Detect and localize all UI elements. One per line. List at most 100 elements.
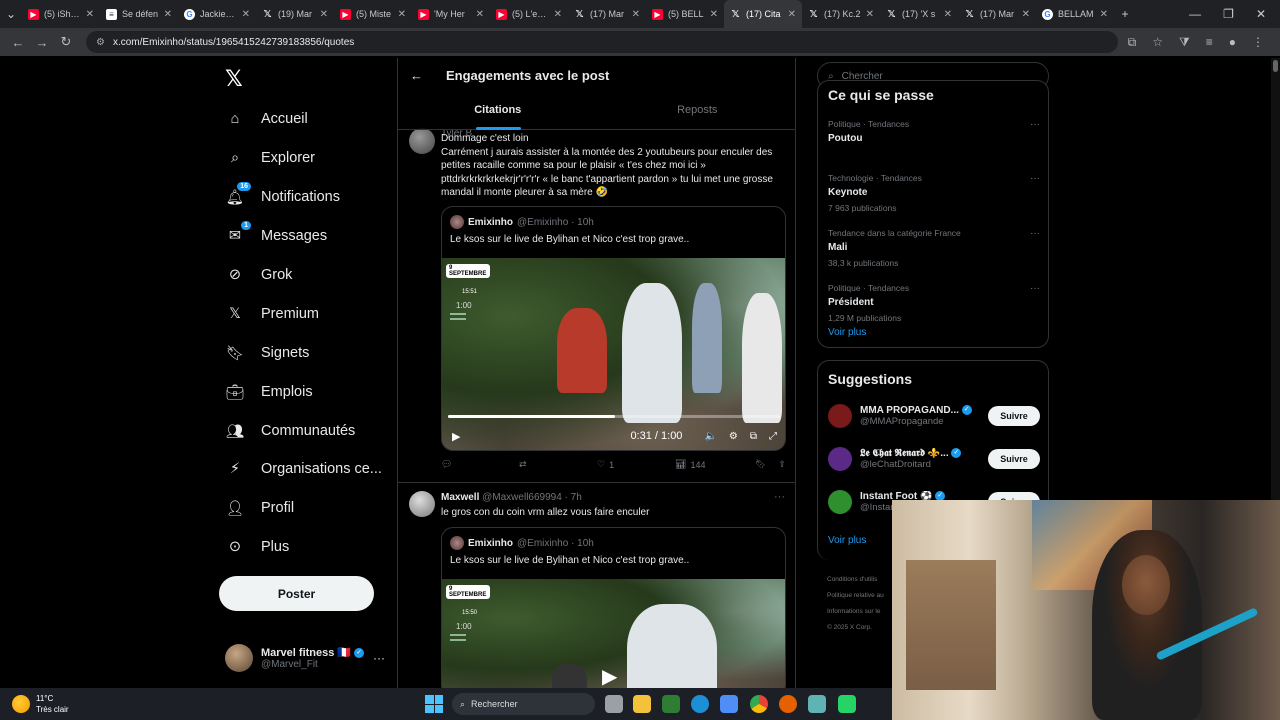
reading-list-icon[interactable]: ≡ (1206, 35, 1213, 50)
volume-icon[interactable]: 🔈 (704, 431, 716, 442)
edge-icon[interactable] (691, 695, 709, 713)
profile-icon[interactable]: ● (1229, 35, 1236, 50)
whatsapp-icon[interactable] (838, 695, 856, 713)
task-view-icon[interactable] (605, 695, 623, 713)
scrollbar-thumb[interactable] (1273, 60, 1278, 72)
video-player[interactable]: 9 SEPTEMBRE 15:50 1:00 ▶ (442, 579, 785, 688)
back-arrow-icon[interactable]: ← (410, 68, 423, 83)
more-options-icon[interactable]: ··· (1030, 119, 1040, 130)
repost-button[interactable]: ⇄ (519, 459, 597, 470)
install-app-icon[interactable]: ⧉ (1128, 35, 1137, 50)
close-tab-icon[interactable]: ✕ (164, 9, 172, 20)
forward-button[interactable]: → (30, 35, 54, 50)
reload-button[interactable]: ↻ (54, 34, 78, 50)
store-icon[interactable] (720, 695, 738, 713)
url-bar[interactable]: ⚙ x.com/Emixinho/status/1965415242739183… (86, 31, 1118, 53)
close-tab-icon[interactable]: ✕ (1100, 9, 1108, 20)
share-icon[interactable]: ⇪ (778, 459, 786, 470)
nav-item-accueil[interactable]: ⌂ Accueil (225, 104, 308, 134)
back-button[interactable]: ← (6, 35, 30, 50)
avatar[interactable] (409, 128, 435, 154)
suggestion-item[interactable]: 𝕷𝖊 𝕮𝖍𝖆𝖙 𝕽𝖊𝖓𝖆𝖗𝖉 ⚜️... ✓ @leChatDroitard S… (828, 442, 1040, 476)
more-options-icon[interactable]: ··· (1030, 228, 1040, 239)
more-options-icon[interactable]: ··· (1030, 283, 1040, 294)
quoted-post[interactable]: Emixinho @Emixinho · 10h Le ksos sur le … (441, 206, 786, 451)
views-button[interactable]: 📊︎ 144 (675, 459, 755, 470)
pip-icon[interactable]: ⧉ (750, 431, 757, 442)
trend-item[interactable]: Tendance dans la catégorie France Mali 3… (828, 228, 1040, 268)
browser-tab[interactable]: ▶ (5) iShow ✕ (22, 0, 100, 28)
browser-tab[interactable]: 𝕏 (17) 'X s ✕ (880, 0, 958, 28)
post-button[interactable]: Poster (219, 576, 374, 611)
app-icon[interactable] (808, 695, 826, 713)
x-logo-icon[interactable]: 𝕏 (225, 66, 243, 92)
post-author-name[interactable]: Maxwell (441, 492, 479, 503)
browser-tab[interactable]: ▶ (5) BELL ✕ (646, 0, 724, 28)
browser-tab[interactable]: ▶ (5) Miste ✕ (334, 0, 412, 28)
close-tab-icon[interactable]: ✕ (554, 9, 562, 20)
tab-reposts[interactable]: Reposts (598, 102, 796, 130)
settings-gear-icon[interactable]: ⚙ (729, 431, 738, 442)
close-tab-icon[interactable]: ✕ (398, 9, 406, 20)
browser-tab[interactable]: ▶ (5) L'emp ✕ (490, 0, 568, 28)
close-tab-icon[interactable]: ✕ (944, 9, 952, 20)
more-options-icon[interactable]: ··· (1030, 173, 1040, 184)
video-progress-bar[interactable] (448, 415, 781, 418)
close-window-button[interactable]: ✕ (1256, 7, 1266, 21)
nav-item-plus[interactable]: ⊙ Plus (225, 532, 289, 562)
see-more-trends-link[interactable]: Voir plus (828, 327, 866, 338)
nav-item-grok[interactable]: ⊘ Grok (225, 260, 293, 290)
follow-button[interactable]: Suivre (988, 406, 1040, 426)
maximize-button[interactable]: ❐ (1223, 7, 1234, 21)
more-options-icon[interactable]: ··· (774, 491, 785, 503)
browser-tab[interactable]: ▶ 'My Her ✕ (412, 0, 490, 28)
trend-item[interactable]: Politique · Tendances Poutou ··· (828, 119, 1040, 144)
nav-item-organisations-ce[interactable]: ⚡︎ Organisations ce... (225, 454, 382, 484)
nav-item-explorer[interactable]: ⌕ Explorer (225, 143, 315, 173)
more-options-icon[interactable]: ··· (373, 651, 385, 665)
extensions-icon[interactable]: ⧩ (1179, 35, 1190, 50)
fullscreen-icon[interactable]: ⤢ (769, 431, 777, 442)
browser-tab[interactable]: G BELLAM ✕ (1036, 0, 1114, 28)
see-more-suggestions-link[interactable]: Voir plus (828, 535, 866, 546)
close-tab-icon[interactable]: ✕ (86, 9, 94, 20)
trend-item[interactable]: Politique · Tendances Président 1,29 M p… (828, 283, 1040, 323)
taskbar-search[interactable]: ⌕ Rechercher (452, 693, 595, 715)
close-tab-icon[interactable]: ✕ (476, 9, 484, 20)
tab-list-button[interactable]: ⌄ (0, 7, 22, 21)
browser-tab[interactable]: 𝕏 (19) Mar ✕ (256, 0, 334, 28)
play-icon[interactable]: ▶ (452, 430, 460, 443)
avatar[interactable] (409, 491, 435, 517)
post-author-handle[interactable]: @Maxwell669994 · 7h (482, 492, 582, 503)
nav-item-emplois[interactable]: 💼︎ Emplois (225, 377, 313, 407)
trend-item[interactable]: Technologie · Tendances Keynote 7 963 pu… (828, 173, 1040, 213)
browser-tab[interactable]: 𝕏 (17) Cita ✕ (724, 0, 802, 28)
nav-item-premium[interactable]: 𝕏 Premium (225, 299, 319, 329)
browser-tab[interactable]: 𝕏 (17) Mar ✕ (568, 0, 646, 28)
close-tab-icon[interactable]: ✕ (320, 9, 328, 20)
bookmark-star-icon[interactable]: ☆ (1152, 35, 1163, 50)
new-tab-button[interactable]: + (1114, 7, 1136, 21)
close-tab-icon[interactable]: ✕ (242, 9, 250, 20)
suggestion-item[interactable]: MMA PROPAGAND... ✓ @MMAPropagande Suivre (828, 399, 1040, 433)
nav-item-messages[interactable]: ✉ 1 Messages (225, 221, 327, 251)
like-button[interactable]: ♡ 1 (597, 459, 675, 470)
browser-menu-icon[interactable]: ⋮ (1252, 35, 1264, 50)
quoted-post[interactable]: Emixinho @Emixinho · 10h Le ksos sur le … (441, 527, 786, 688)
chrome-icon[interactable] (750, 695, 768, 713)
account-switcher[interactable]: Marvel fitness 🇫🇷 ✓ @Marvel_Fit ··· (225, 643, 385, 673)
browser-tab[interactable]: 𝕏 (17) Mar ✕ (958, 0, 1036, 28)
video-player[interactable]: 9 SEPTEMBRE 15:51 1:00 ▶ 0:31 / 1:00 🔈 ⚙… (442, 258, 785, 450)
nav-item-communautés[interactable]: 👥︎ Communautés (225, 416, 356, 446)
browser-tab[interactable]: G Jackie Br ✕ (178, 0, 256, 28)
nav-item-signets[interactable]: 🔖︎ Signets (225, 338, 310, 368)
browser-tab[interactable]: ≡ Se défen ✕ (100, 0, 178, 28)
close-tab-icon[interactable]: ✕ (632, 9, 640, 20)
reply-button[interactable]: 💬︎ (441, 459, 519, 470)
close-tab-icon[interactable]: ✕ (866, 9, 874, 20)
site-info-icon[interactable]: ⚙ (96, 37, 105, 48)
weather-widget[interactable]: 11°C Très clair (0, 693, 200, 715)
firefox-icon[interactable] (779, 695, 797, 713)
nvidia-icon[interactable] (662, 695, 680, 713)
file-explorer-icon[interactable] (633, 695, 651, 713)
